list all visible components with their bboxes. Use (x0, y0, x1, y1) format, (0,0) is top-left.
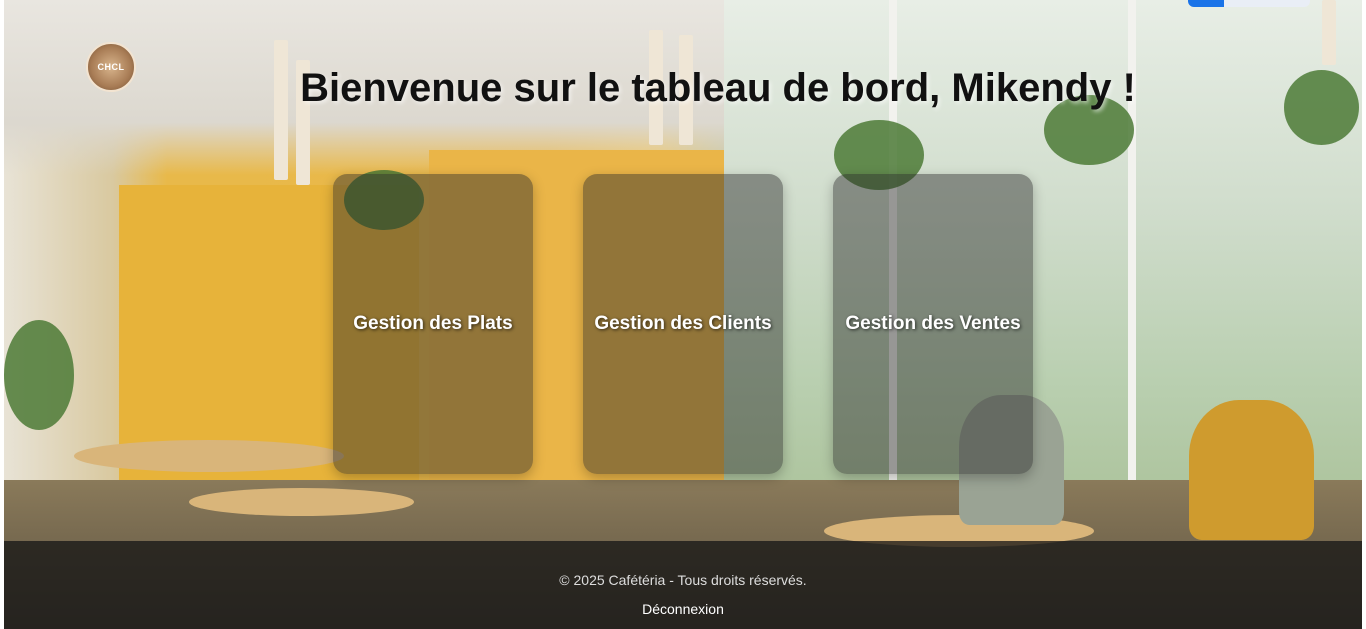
card-gestion-ventes[interactable]: Gestion des Ventes (833, 174, 1033, 474)
logout-link[interactable]: Déconnexion (4, 601, 1362, 617)
page-title: Bienvenue sur le tableau de bord, Mikend… (300, 66, 1136, 110)
customer (1189, 400, 1314, 540)
card-gestion-plats[interactable]: Gestion des Plats (333, 174, 533, 474)
copyright-text: © 2025 Cafétéria - Tous droits réservés. (559, 572, 807, 588)
floor-plant (4, 320, 74, 430)
footer: © 2025 Cafétéria - Tous droits réservés.… (4, 541, 1362, 629)
table (74, 440, 344, 472)
top-tab-indicator (1188, 0, 1310, 7)
card-label: Gestion des Plats (353, 313, 513, 334)
table (189, 488, 414, 516)
card-label: Gestion des Ventes (845, 313, 1021, 334)
card-gestion-clients[interactable]: Gestion des Clients (583, 174, 783, 474)
card-label: Gestion des Clients (594, 313, 772, 334)
pendant-lamp (1322, 0, 1336, 65)
